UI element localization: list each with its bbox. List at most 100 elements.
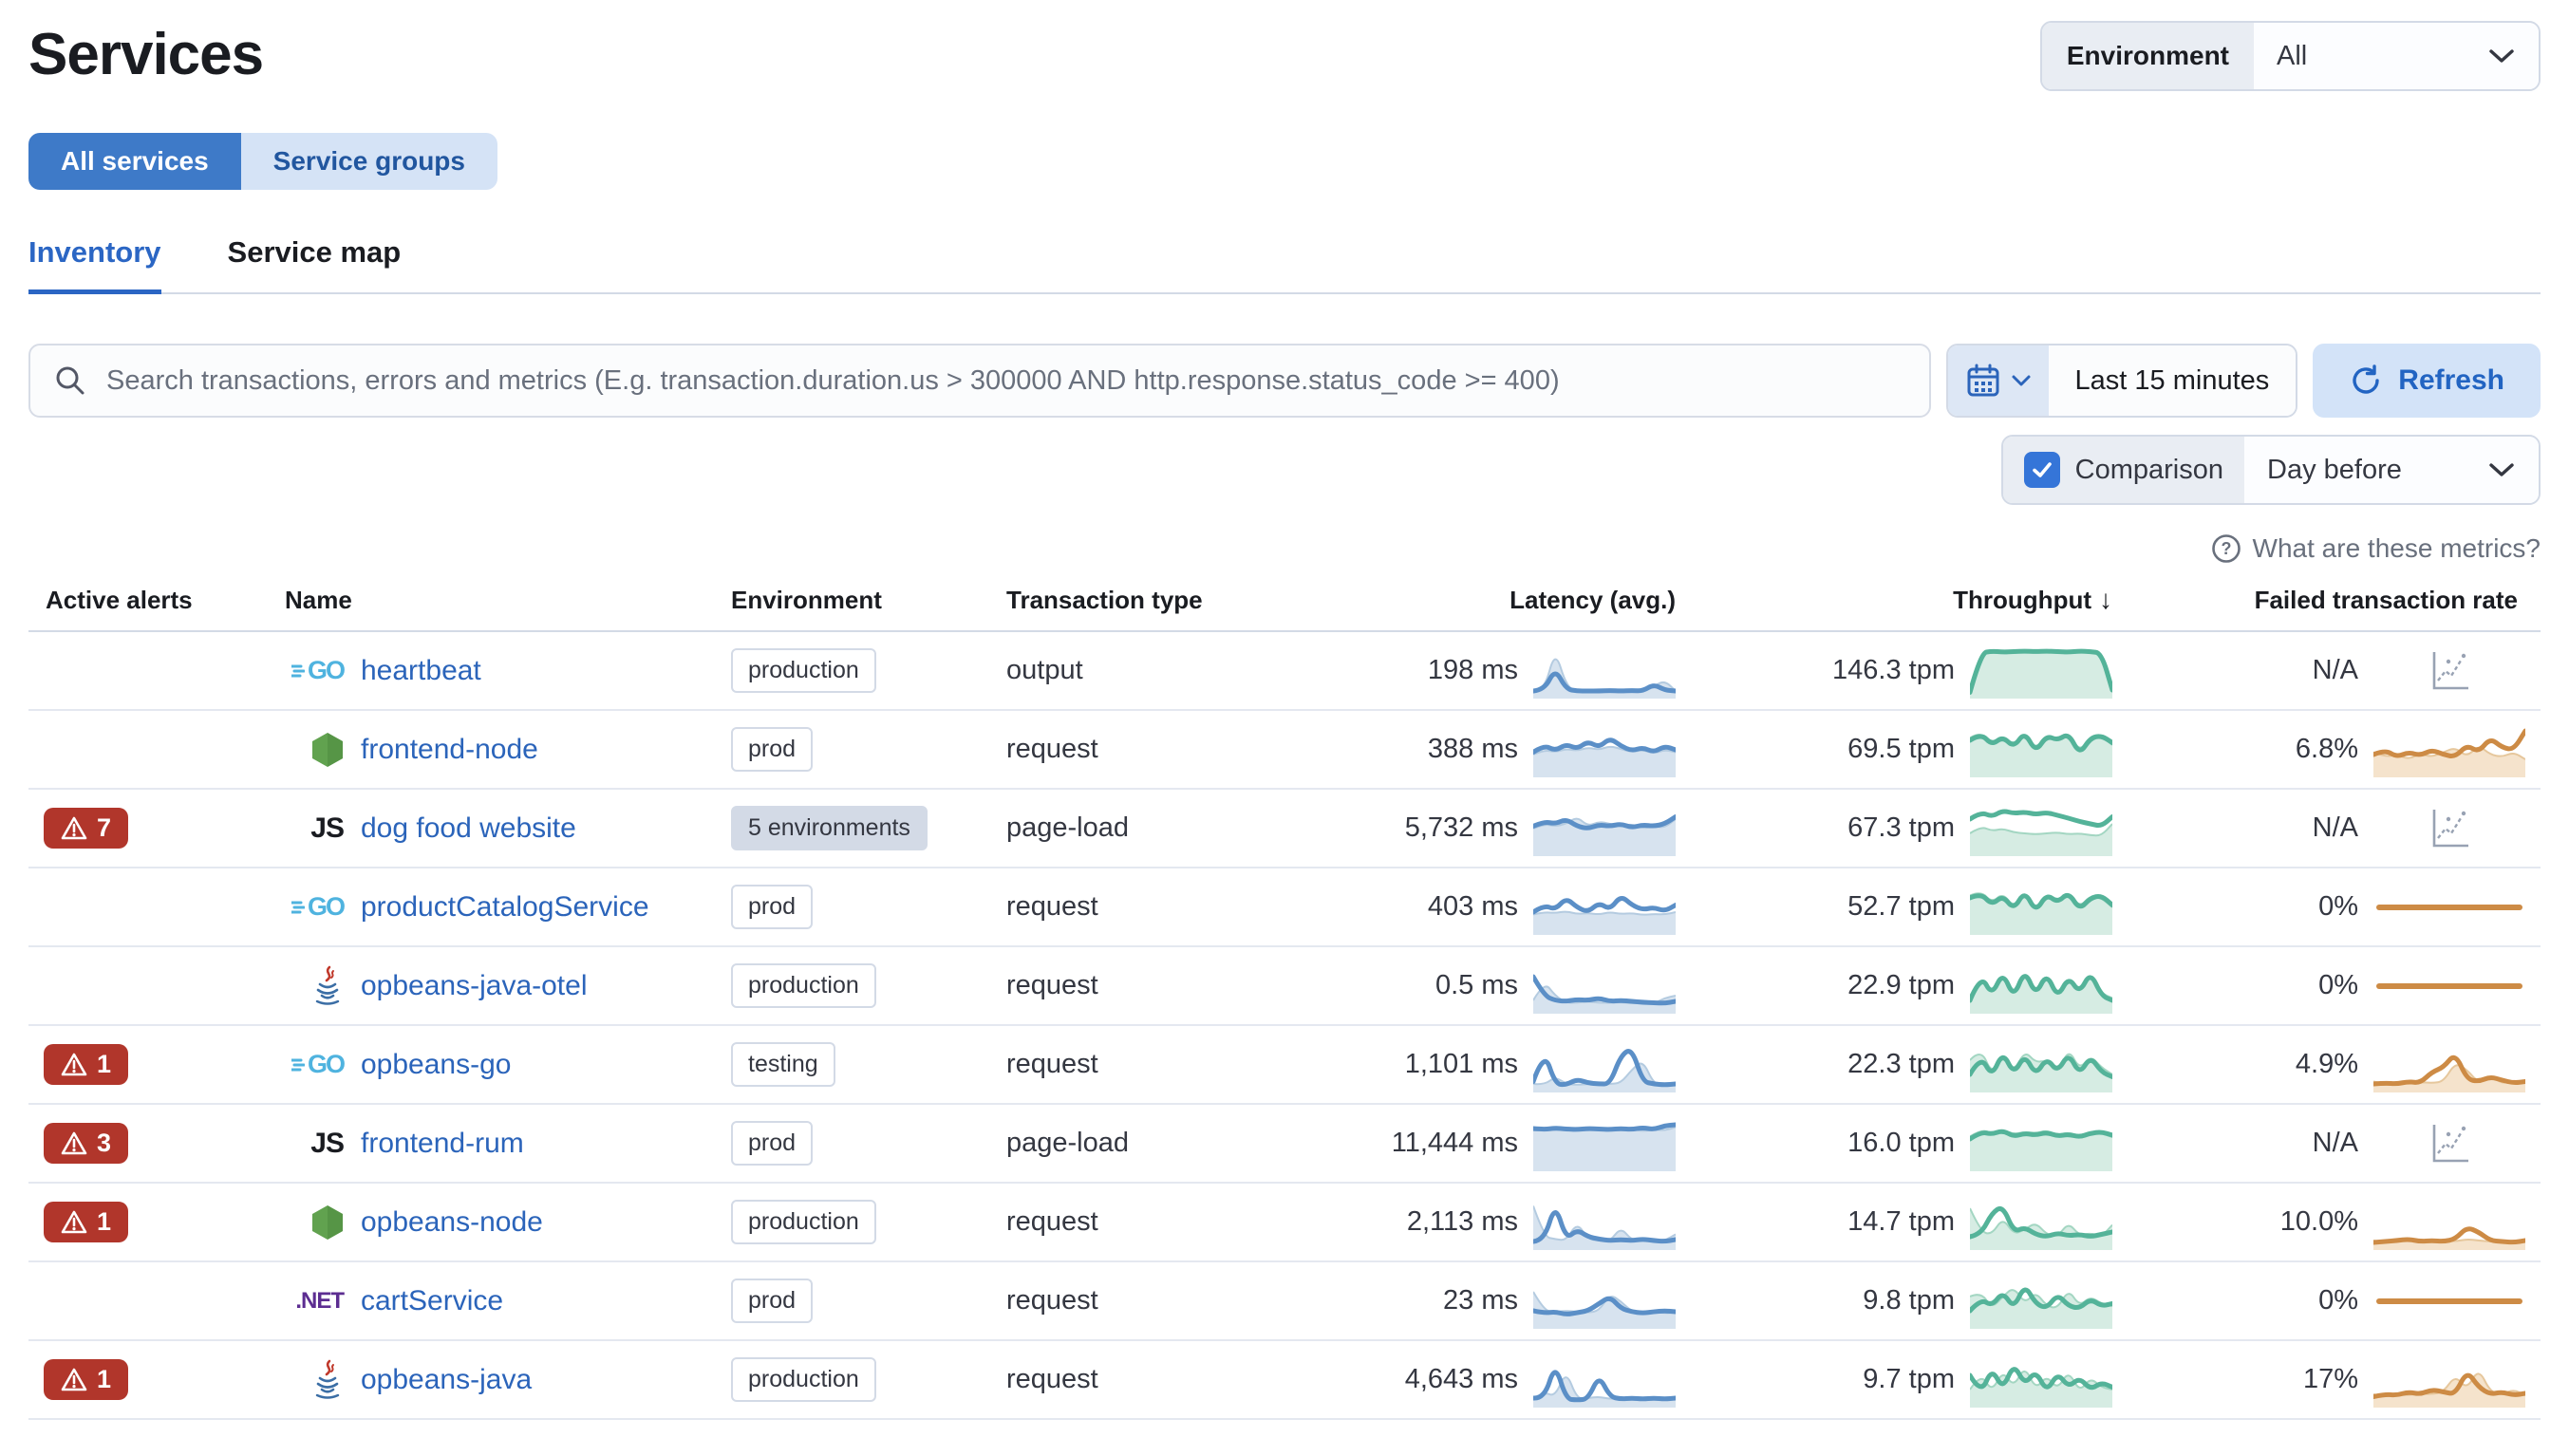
service-name-link[interactable]: heartbeat xyxy=(361,655,481,687)
service-name-link[interactable]: opbeans-node xyxy=(361,1206,543,1239)
throughput-value: 22.3 tpm xyxy=(1847,1049,1955,1079)
column-header-transaction-type[interactable]: Transaction type xyxy=(1006,586,1282,615)
comparison-toggle[interactable]: Comparison xyxy=(2002,437,2244,503)
column-header-name[interactable]: Name xyxy=(285,586,731,615)
active-alerts-badge[interactable]: 7 xyxy=(44,808,129,849)
services-table: Active alerts Name Environment Transacti… xyxy=(28,585,2541,1420)
table-row: GO heartbeat production output 198 ms 14… xyxy=(28,632,2541,711)
throughput-value: 22.9 tpm xyxy=(1847,970,1955,1000)
empty-chart-icon xyxy=(2432,651,2468,689)
metrics-help-link[interactable]: ? What are these metrics? xyxy=(28,533,2541,564)
active-alerts-badge[interactable]: 1 xyxy=(44,1044,129,1085)
throughput-sparkline xyxy=(1970,880,2112,935)
chevron-down-icon xyxy=(2489,463,2514,476)
warning-triangle-icon xyxy=(61,1053,87,1075)
throughput-sparkline xyxy=(1970,1037,2112,1092)
latency-value: 4,643 ms xyxy=(1404,1364,1518,1394)
service-name-link[interactable]: frontend-rum xyxy=(361,1128,524,1160)
failed-rate-sparkline xyxy=(2373,1274,2525,1329)
latency-sparkline xyxy=(1533,1116,1676,1171)
environment-filter: Environment All xyxy=(2039,21,2541,91)
search-icon xyxy=(56,366,84,395)
question-circle-icon: ? xyxy=(2211,534,2241,563)
throughput-sparkline xyxy=(1970,722,2112,777)
tab-inventory[interactable]: Inventory xyxy=(28,235,161,294)
inventory-tabs: Inventory Service map xyxy=(28,235,2541,294)
table-row: 7 JS dog food website 5 environments pag… xyxy=(28,790,2541,868)
latency-value: 403 ms xyxy=(1427,891,1518,922)
java-agent-icon xyxy=(315,965,340,1005)
service-name-link[interactable]: opbeans-go xyxy=(361,1049,511,1081)
nodejs-agent-icon xyxy=(312,1204,343,1240)
failed-rate-value: 6.8% xyxy=(2295,734,2358,764)
latency-sparkline xyxy=(1533,1353,1676,1408)
transaction-type-value: request xyxy=(1006,970,1098,1000)
service-name-link[interactable]: frontend-node xyxy=(361,734,538,766)
table-row: .NET cartService prod request 23 ms 9.8 … xyxy=(28,1262,2541,1341)
failed-rate-value: 0% xyxy=(2318,891,2358,922)
go-agent-icon: GO xyxy=(291,1050,346,1079)
refresh-button[interactable]: Refresh xyxy=(2313,344,2541,418)
service-groups-button[interactable]: Service groups xyxy=(240,133,497,190)
sort-desc-icon: ↓ xyxy=(2099,585,2112,614)
table-row: 1 GO opbeans-go testing request 1,101 ms… xyxy=(28,1026,2541,1105)
latency-sparkline xyxy=(1533,801,1676,856)
active-alerts-badge[interactable]: 3 xyxy=(44,1123,129,1164)
latency-value: 11,444 ms xyxy=(1391,1128,1518,1158)
failed-rate-sparkline xyxy=(2373,1195,2525,1250)
environment-badge: 5 environments xyxy=(731,806,928,850)
search-bar[interactable] xyxy=(28,344,1931,418)
services-table-header: Active alerts Name Environment Transacti… xyxy=(28,585,2541,632)
column-header-active-alerts: Active alerts xyxy=(46,585,193,614)
failed-rate-sparkline xyxy=(2373,959,2525,1014)
comparison-select[interactable]: Day before xyxy=(2244,437,2539,503)
active-alerts-badge[interactable]: 1 xyxy=(44,1202,129,1242)
transaction-type-value: request xyxy=(1006,1206,1098,1237)
table-row: 1 opbeans-node production request 2,113 … xyxy=(28,1184,2541,1262)
table-row: 3 JS frontend-rum prod page-load 11,444 … xyxy=(28,1105,2541,1184)
service-name-link[interactable]: dog food website xyxy=(361,812,576,845)
service-name-link[interactable]: productCatalogService xyxy=(361,891,649,924)
services-table-body: GO heartbeat production output 198 ms 14… xyxy=(28,632,2541,1420)
search-input[interactable] xyxy=(106,364,1906,397)
column-header-failed-transaction-rate[interactable]: Failed transaction rate xyxy=(2112,586,2541,615)
throughput-sparkline xyxy=(1970,1116,2112,1171)
comparison-label: Comparison xyxy=(2074,454,2223,485)
environment-badge: production xyxy=(731,1200,876,1244)
latency-value: 0.5 ms xyxy=(1435,970,1518,1000)
failed-rate-sparkline xyxy=(2373,880,2525,935)
tab-service-map[interactable]: Service map xyxy=(228,235,402,292)
latency-value: 388 ms xyxy=(1427,734,1518,764)
service-name-link[interactable]: opbeans-java-otel xyxy=(361,970,588,1002)
latency-sparkline xyxy=(1533,1195,1676,1250)
failed-rate-value: 0% xyxy=(2318,1285,2358,1316)
column-header-throughput[interactable]: Throughput ↓ xyxy=(1676,585,2112,615)
environment-badge: prod xyxy=(731,1279,814,1323)
active-alerts-badge[interactable]: 1 xyxy=(44,1359,129,1400)
svg-text:?: ? xyxy=(2221,539,2231,558)
date-picker-calendar-button[interactable] xyxy=(1947,345,2049,416)
transaction-type-value: request xyxy=(1006,734,1098,764)
column-header-latency[interactable]: Latency (avg.) xyxy=(1282,586,1676,615)
throughput-value: 9.7 tpm xyxy=(1863,1364,1955,1394)
environment-filter-label: Environment xyxy=(2041,23,2254,89)
failed-rate-value: 4.9% xyxy=(2295,1049,2358,1079)
throughput-value: 14.7 tpm xyxy=(1847,1206,1955,1237)
javascript-agent-icon: JS xyxy=(310,1127,345,1159)
column-header-environment[interactable]: Environment xyxy=(731,586,1006,615)
service-name-link[interactable]: opbeans-java xyxy=(361,1364,532,1396)
failed-rate-sparkline xyxy=(2373,1353,2525,1408)
environment-badge: production xyxy=(731,1357,876,1402)
throughput-value: 67.3 tpm xyxy=(1847,812,1955,843)
latency-sparkline xyxy=(1533,1037,1676,1092)
all-services-button[interactable]: All services xyxy=(28,133,241,190)
transaction-type-value: page-load xyxy=(1006,1128,1129,1158)
throughput-sparkline xyxy=(1970,1274,2112,1329)
comparison-checkbox[interactable] xyxy=(2023,452,2060,488)
failed-rate-value: N/A xyxy=(2312,1128,2358,1158)
failed-rate-value: N/A xyxy=(2312,655,2358,685)
environment-select[interactable]: All xyxy=(2254,23,2539,89)
service-name-link[interactable]: cartService xyxy=(361,1285,503,1317)
environment-badge: testing xyxy=(731,1042,835,1087)
time-range-button[interactable]: Last 15 minutes xyxy=(2048,345,2297,416)
